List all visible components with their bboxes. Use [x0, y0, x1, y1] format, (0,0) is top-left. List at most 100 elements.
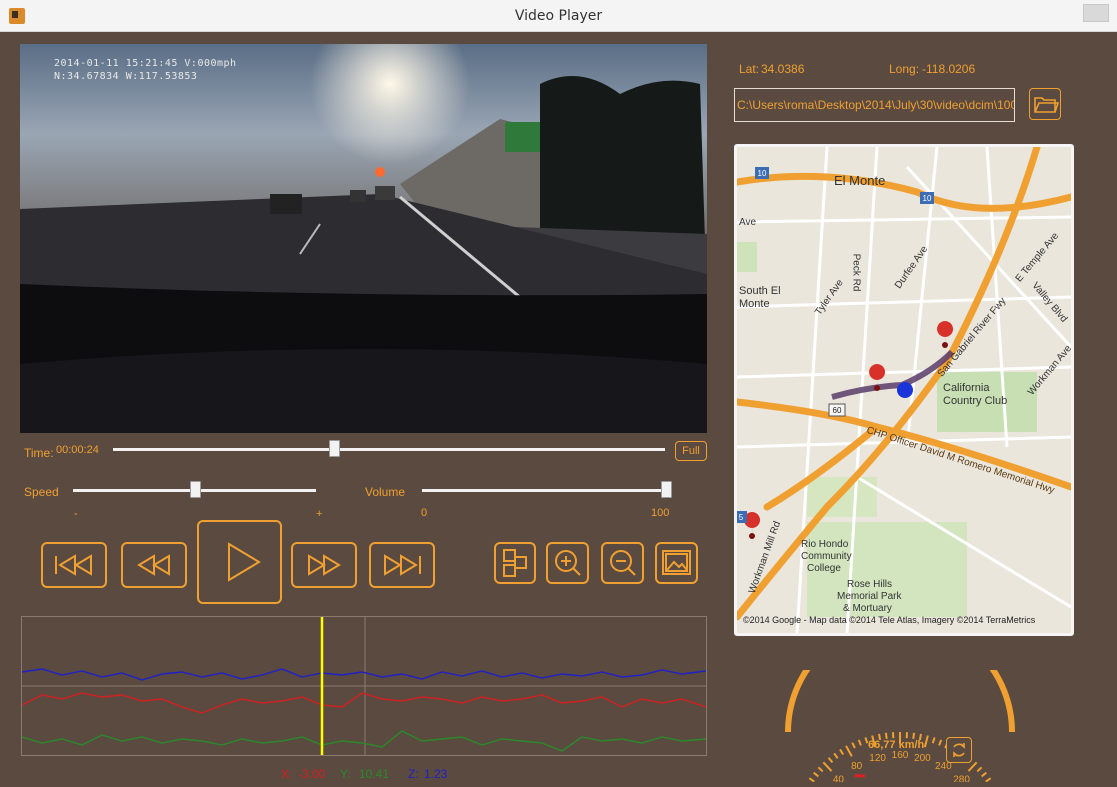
fast-forward-icon	[308, 554, 341, 576]
reset-button[interactable]	[946, 737, 972, 763]
gauge-tick	[808, 777, 815, 782]
zoom-in-icon	[555, 550, 581, 576]
image-icon	[662, 550, 691, 575]
speedometer-gauge: 04080120160200240280320	[785, 670, 1015, 782]
zoom-out-button[interactable]	[601, 542, 644, 584]
time-value: 00:00:24	[56, 444, 99, 456]
gauge-tick	[822, 761, 833, 772]
video-frame[interactable]: 2014-01-11 15:21:45 V:000mph N:34.67834 …	[20, 44, 707, 433]
gauge-tick	[923, 735, 929, 748]
long-value: -118.0206	[922, 62, 976, 76]
time-slider-track[interactable]	[113, 448, 665, 451]
gauge-tick	[981, 771, 987, 778]
gauge-tick	[938, 739, 943, 746]
play-button[interactable]	[197, 520, 282, 604]
accelerometer-plot	[21, 617, 707, 755]
z-axis-value: 1.23	[424, 767, 448, 781]
x-axis-label: X:	[281, 767, 293, 781]
video-image	[20, 44, 707, 433]
z-axis-label: Z:	[408, 767, 419, 781]
map-label-college: College	[807, 563, 841, 574]
y-axis-value: 10.41	[359, 767, 390, 781]
map-shield-2: 10	[923, 194, 932, 203]
skip-to-end-button[interactable]	[369, 542, 435, 588]
zoom-out-icon	[610, 550, 636, 576]
gauge-tick	[817, 766, 824, 773]
video-osd-line2: N:34.67834 W:117.53853	[54, 71, 198, 82]
map-label-peck: Peck Rd	[850, 253, 862, 292]
time-slider-thumb[interactable]	[328, 440, 340, 457]
gauge-tick-label: 200	[914, 753, 931, 764]
skip-to-end-icon	[384, 554, 421, 576]
time-label: Time:	[24, 446, 54, 460]
frames-icon	[503, 549, 527, 577]
gauge-tick	[839, 748, 845, 756]
lat-value: 34.0386	[761, 62, 805, 76]
folder-icon	[1034, 97, 1060, 113]
gauge-tick-label: 160	[892, 750, 909, 761]
lat-label: Lat:	[739, 62, 760, 76]
y-axis-label: Y:	[340, 767, 351, 781]
map-label-rose-hills: Rose Hills	[847, 579, 893, 590]
volume-max-label: 100	[651, 507, 670, 519]
map-shield-1: 10	[758, 169, 767, 178]
skip-to-start-icon	[55, 554, 92, 576]
gauge-tick	[827, 757, 834, 763]
skip-to-start-button[interactable]	[41, 542, 107, 588]
close-button[interactable]	[1083, 4, 1109, 22]
accelerometer-graph[interactable]	[21, 616, 707, 756]
play-icon	[228, 542, 261, 582]
gauge-tick	[884, 732, 888, 739]
map-image: 10 10 60 5	[737, 147, 1071, 633]
full-button[interactable]: Full	[675, 441, 707, 461]
gauge-tick	[851, 742, 856, 749]
speed-min-label: -	[74, 508, 78, 520]
zoom-in-button[interactable]	[546, 542, 589, 584]
gauge-tick	[857, 739, 862, 746]
volume-slider-track[interactable]	[422, 489, 666, 492]
gauge-tick	[833, 752, 839, 759]
open-folder-button[interactable]	[1029, 88, 1061, 120]
gauge-arc	[785, 670, 1015, 733]
map-label-monte: Monte	[739, 298, 770, 310]
x-series-line	[21, 692, 707, 714]
gauge-tick-label: 280	[953, 774, 970, 782]
z-series-line	[21, 668, 707, 681]
title-bar: Video Player	[0, 0, 1117, 32]
gauge-tick-label: 40	[833, 774, 845, 782]
volume-min-label: 0	[421, 507, 428, 519]
snapshot-button[interactable]	[655, 542, 698, 584]
map-view[interactable]: 10 10 60 5 El Monte Durfee Ave Tyler Ave…	[734, 144, 1074, 636]
file-path-input[interactable]: C:\Users\roma\Desktop\2014\July\30\video…	[734, 88, 1015, 122]
map-shield-3: 60	[833, 406, 842, 415]
refresh-icon	[953, 743, 965, 757]
x-axis-value: -3.00	[298, 767, 326, 781]
rewind-icon	[137, 554, 170, 576]
map-label-mortuary: & Mortuary	[843, 603, 892, 614]
map-label-el-monte: El Monte	[834, 173, 886, 188]
gauge-tick	[912, 732, 916, 739]
gauge-tick	[864, 737, 869, 744]
map-label-country-club: Country Club	[943, 395, 1008, 407]
map-copyright: ©2014 Google - Map data ©2014 Tele Atlas…	[743, 615, 1036, 625]
gauge-tick	[813, 771, 819, 778]
map-label-rio-hondo: Rio Hondo	[801, 539, 849, 550]
map-shield-5: 5	[739, 513, 744, 522]
y-series-line	[21, 730, 707, 752]
volume-slider-thumb[interactable]	[661, 481, 672, 498]
fast-forward-button[interactable]	[291, 542, 357, 588]
gauge-tick	[931, 737, 936, 744]
rewind-button[interactable]	[121, 542, 187, 588]
frames-button[interactable]	[494, 542, 536, 584]
map-label-south-el: South El	[739, 285, 781, 297]
volume-label: Volume	[365, 485, 406, 499]
gauge-tick	[845, 745, 853, 757]
gauge-tick-label: 80	[851, 761, 863, 772]
speed-slider-thumb[interactable]	[189, 481, 201, 498]
map-label-community: Community	[801, 551, 852, 562]
window-title: Video Player	[514, 8, 603, 24]
map-label-ave: Ave	[739, 217, 757, 228]
gauge-tick-label: 120	[869, 753, 886, 764]
gauge-tick	[985, 777, 992, 782]
map-label-california: California	[943, 382, 990, 394]
